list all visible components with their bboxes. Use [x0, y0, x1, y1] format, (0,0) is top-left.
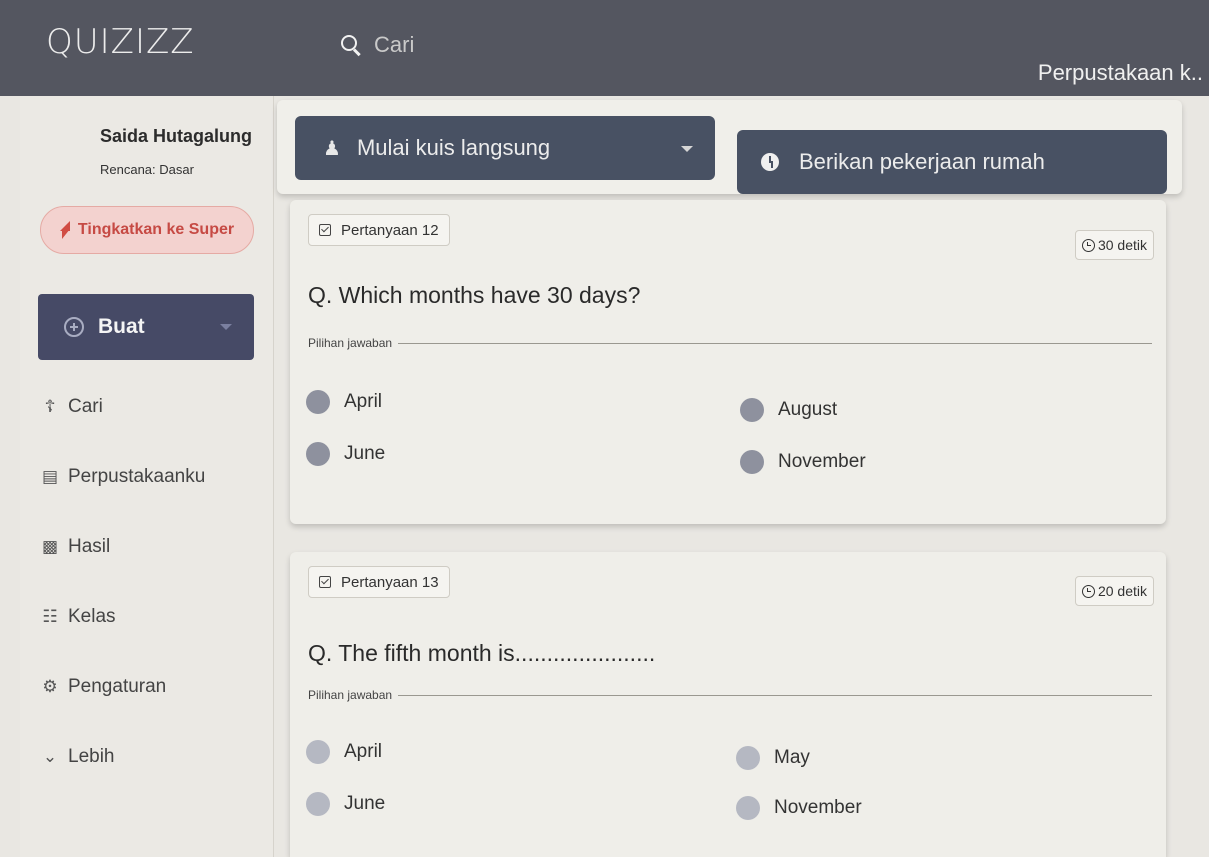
classroom-icon: ☷: [42, 607, 58, 626]
plus-circle-icon: [64, 317, 84, 337]
question-card: Pertanyaan 12 30 detik Q. Which months h…: [290, 200, 1166, 524]
sidebar: Saida Hutagalung Rencana: Dasar Tingkatk…: [20, 96, 274, 857]
caret-down-icon[interactable]: [220, 324, 232, 330]
live-quiz-label: Mulai kuis langsung: [356, 135, 551, 160]
sidebar-item-label: Pengaturan: [68, 676, 167, 697]
action-card: ♟ Mulai kuis langsung Berikan pekerjaan …: [277, 100, 1182, 194]
sidebar-item-library[interactable]: ▤ Perpustakaanku: [40, 462, 205, 492]
answer-option: November: [736, 796, 862, 820]
sidebar-item-label: Perpustakaanku: [68, 466, 206, 487]
answer-option: April: [306, 740, 382, 764]
answer-option: June: [306, 792, 385, 816]
answer-option: May: [736, 746, 810, 770]
option-text: April: [344, 741, 383, 762]
create-button-label: Buat: [98, 315, 145, 338]
caret-down-icon[interactable]: [681, 146, 693, 152]
option-text: May: [774, 747, 810, 768]
option-dot: [740, 398, 764, 422]
search-people-icon: ☦: [44, 397, 56, 416]
create-button[interactable]: Buat: [38, 294, 254, 360]
option-dot: [306, 792, 330, 816]
check-square-icon: [319, 224, 331, 236]
clock-icon: [1081, 584, 1095, 598]
option-dot: [736, 796, 760, 820]
question-number: Pertanyaan 12: [341, 221, 439, 239]
search-icon[interactable]: [340, 34, 362, 56]
question-label: Pertanyaan 12: [308, 214, 450, 246]
sidebar-item-settings[interactable]: ⚙ Pengaturan: [40, 672, 205, 702]
question-label: Pertanyaan 13: [308, 566, 450, 598]
homework-label: Berikan pekerjaan rumah: [799, 149, 1045, 174]
time-badge: 20 detik: [1074, 576, 1154, 606]
option-dot: [306, 442, 330, 466]
chart-icon: ▩: [41, 537, 59, 556]
upgrade-button-label: Tingkatkan ke Super: [77, 221, 235, 238]
option-dot: [306, 390, 330, 414]
sidebar-item-label: Cari: [68, 396, 103, 417]
sidebar-item-label: Kelas: [68, 606, 116, 627]
question-text: Q. Which months have 30 days?: [308, 282, 641, 308]
chevron-down-icon: ⌄: [42, 747, 58, 766]
upgrade-button[interactable]: Tingkatkan ke Super: [40, 206, 254, 254]
top-bar: QUIZIZZ Perpustakaan k..: [0, 0, 1209, 96]
option-dot: [736, 746, 760, 770]
divider-line: [398, 342, 1152, 344]
answers-label: Pilihan jawaban: [308, 688, 393, 702]
quizizz-logo[interactable]: QUIZIZZ: [46, 22, 195, 62]
answer-option: June: [306, 442, 385, 466]
clock-icon: [761, 153, 779, 171]
answers-divider: Pilihan jawaban: [308, 335, 1152, 351]
option-text: November: [778, 451, 866, 472]
answers-divider: Pilihan jawaban: [308, 687, 1152, 703]
answer-option: April: [306, 390, 382, 414]
live-quiz-button[interactable]: ♟ Mulai kuis langsung: [295, 116, 715, 180]
answer-option: August: [740, 398, 837, 422]
sidebar-item-more[interactable]: ⌄ Lebih: [40, 742, 205, 772]
users-icon: ♟: [323, 137, 341, 160]
sidebar-item-label: Lebih: [68, 746, 115, 767]
gear-icon: ⚙: [42, 677, 58, 696]
time-badge: 30 detik: [1074, 230, 1154, 260]
option-dot: [740, 450, 764, 474]
sidebar-item-classes[interactable]: ☷ Kelas: [40, 602, 205, 632]
search-input[interactable]: [374, 32, 674, 58]
answers-label: Pilihan jawaban: [308, 336, 393, 350]
library-icon: ▤: [41, 467, 59, 486]
option-text: November: [774, 797, 862, 818]
user-plan: Rencana: Dasar: [100, 162, 194, 177]
homework-button[interactable]: Berikan pekerjaan rumah: [737, 130, 1167, 194]
answer-option: November: [740, 450, 866, 474]
sidebar-item-label: Hasil: [68, 536, 111, 557]
question-number: Pertanyaan 13: [341, 573, 439, 591]
library-link[interactable]: Perpustakaan k..: [1038, 60, 1203, 86]
bolt-icon: [59, 221, 70, 239]
question-text: Q. The fifth month is...................…: [308, 640, 656, 666]
sidebar-item-results[interactable]: ▩ Hasil: [40, 532, 205, 562]
user-name: Saida Hutagalung: [100, 126, 253, 146]
option-text: April: [344, 391, 383, 412]
option-text: June: [344, 793, 386, 814]
check-square-icon: [319, 576, 331, 588]
sidebar-nav: ☦ Cari ▤ Perpustakaanku ▩ Hasil ☷ Kelas …: [40, 392, 205, 812]
option-text: June: [344, 443, 386, 464]
clock-icon: [1081, 238, 1095, 252]
time-value: 20 detik: [1097, 583, 1147, 599]
time-value: 30 detik: [1097, 237, 1147, 253]
sidebar-item-search[interactable]: ☦ Cari: [40, 392, 205, 422]
divider-line: [398, 694, 1152, 696]
question-card: Pertanyaan 13 20 detik Q. The fifth mont…: [290, 552, 1166, 857]
search-bar[interactable]: [340, 32, 674, 58]
option-text: August: [778, 399, 838, 420]
option-dot: [306, 740, 330, 764]
